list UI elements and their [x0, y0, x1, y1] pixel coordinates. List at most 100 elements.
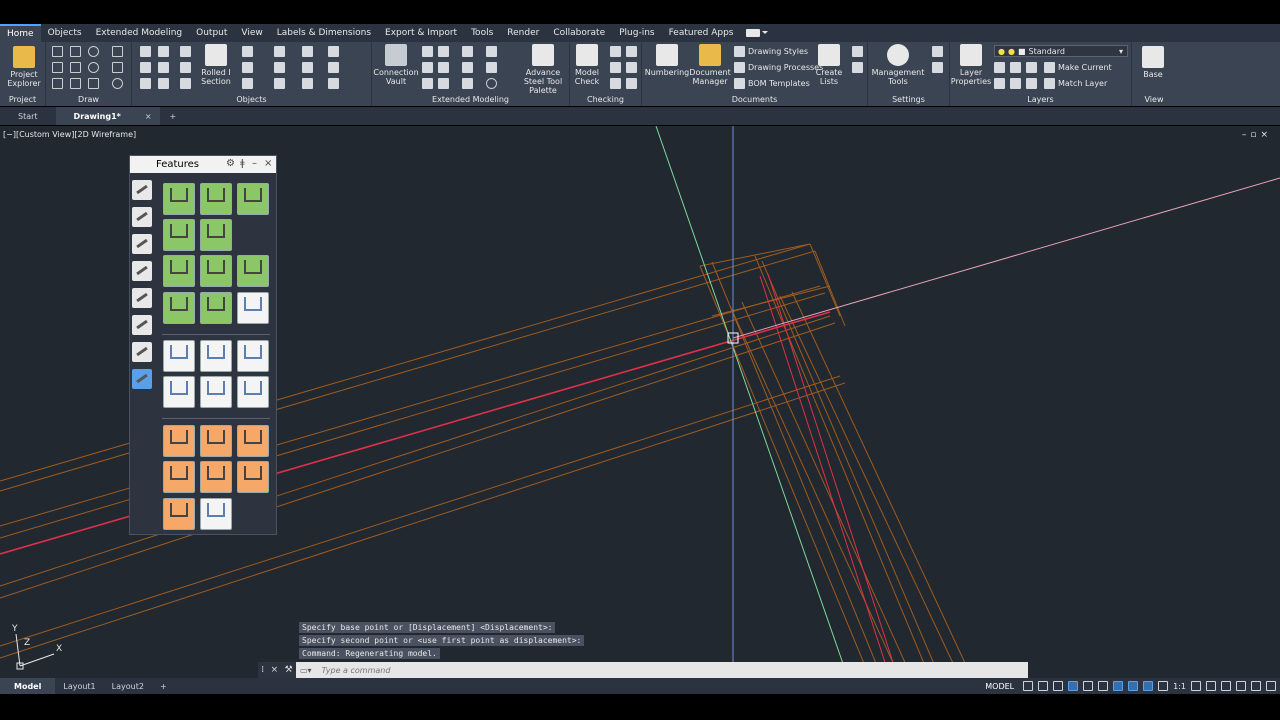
feature-contour-rect-button[interactable] [163, 255, 195, 287]
tab-labels-dimensions[interactable]: Labels & Dimensions [270, 24, 378, 42]
gear-icon[interactable]: ⚙ [226, 158, 235, 169]
feature-plate-weld-prep-button[interactable] [237, 376, 269, 408]
stair-icon[interactable] [422, 46, 433, 57]
ortho-icon[interactable] [1068, 681, 1079, 691]
isodraft-icon[interactable] [1098, 681, 1109, 691]
category-tools-icon[interactable] [132, 207, 152, 227]
feature-contour-arc-button[interactable] [163, 292, 195, 324]
special-part-icon[interactable] [274, 62, 285, 73]
truss-icon[interactable] [438, 46, 449, 57]
feature-hole-square-button[interactable] [200, 425, 232, 457]
purlin-icon[interactable] [180, 78, 191, 89]
clean-screen-icon[interactable] [1251, 681, 1261, 691]
wrench-icon[interactable]: ⚒ [285, 665, 293, 675]
category-stamp-icon[interactable] [132, 234, 152, 254]
category-plate-icon[interactable] [132, 288, 152, 308]
connection-vault-button[interactable]: Connection Vault [373, 44, 419, 86]
feature-roof-outline-button[interactable] [200, 498, 232, 530]
command-history-icon[interactable]: ▭▾ [300, 666, 312, 675]
model-space-button[interactable]: MODEL [985, 682, 1014, 691]
defaults-icon[interactable] [932, 62, 943, 73]
drawing-processes-button[interactable]: Drawing Processes [734, 62, 823, 73]
gear-icon[interactable] [1191, 681, 1201, 691]
feature-hole-arc-button[interactable] [163, 461, 195, 493]
isolate-objects-icon[interactable] [1221, 681, 1231, 691]
match-layer-button[interactable]: Match Layer [1044, 78, 1107, 89]
column-icon[interactable] [158, 46, 169, 57]
feature-contour-notch-button[interactable] [200, 292, 232, 324]
check-clash-icon[interactable] [610, 46, 621, 57]
line-icon[interactable] [52, 46, 63, 57]
polyline-icon[interactable] [70, 46, 81, 57]
annotation-visibility-icon[interactable] [1143, 681, 1154, 691]
plus-icon[interactable] [1206, 681, 1216, 691]
new-tab-button[interactable]: + [160, 107, 187, 125]
management-tools-button[interactable]: Management Tools [870, 44, 926, 86]
hardware-acceleration-icon[interactable] [1236, 681, 1246, 691]
boundary-icon[interactable] [88, 78, 99, 89]
roof-icon[interactable] [462, 46, 473, 57]
layer-walk-icon[interactable] [1026, 78, 1037, 89]
annotation-scale[interactable]: 1:1 [1173, 682, 1186, 691]
plate-icon[interactable] [140, 62, 151, 73]
tab-model[interactable]: Model [0, 678, 56, 694]
tab-plug-ins[interactable]: Plug-ins [612, 24, 662, 42]
curve-icon[interactable] [486, 62, 497, 73]
category-grating-icon[interactable] [132, 315, 152, 335]
grid-icon[interactable] [1023, 681, 1034, 691]
layer-properties-button[interactable]: Layer Properties [951, 44, 991, 86]
beam-icon[interactable] [140, 46, 151, 57]
viewport-controls-label[interactable]: [−][Custom View][2D Wireframe] [3, 130, 136, 139]
tab-home[interactable]: Home [0, 24, 41, 42]
bend-icon[interactable] [486, 46, 497, 57]
check-collision-icon[interactable] [610, 62, 621, 73]
bracing-icon[interactable] [180, 62, 191, 73]
model-check-button[interactable]: Model Check [572, 44, 602, 86]
tab-start[interactable]: Start [0, 107, 56, 125]
layer-isolate-icon[interactable] [994, 78, 1005, 89]
settings-icon[interactable] [932, 46, 943, 57]
feature-cope-corner-button[interactable] [163, 219, 195, 251]
cut-icon[interactable] [302, 62, 313, 73]
feature-miter-button[interactable] [200, 219, 232, 251]
tab-view[interactable]: View [234, 24, 269, 42]
bom-templates-button[interactable]: BOM Templates [734, 78, 810, 89]
feature-contour-round-button[interactable] [237, 255, 269, 287]
check-audit-icon[interactable] [610, 78, 621, 89]
frame-icon[interactable] [180, 46, 191, 57]
snap-icon[interactable] [1038, 681, 1049, 691]
tab-render[interactable]: Render [500, 24, 546, 42]
tab-extended-modeling[interactable]: Extended Modeling [89, 24, 190, 42]
close-icon[interactable]: × [271, 665, 279, 675]
donut-icon[interactable] [112, 78, 123, 89]
gable-icon[interactable] [462, 62, 473, 73]
check-search-icon[interactable] [626, 62, 637, 73]
spiral-stair-icon[interactable] [438, 78, 449, 89]
portal-icon[interactable] [438, 62, 449, 73]
panel-label-objects[interactable]: Objects [132, 95, 371, 104]
category-bend-icon[interactable] [132, 342, 152, 362]
close-icon[interactable]: × [264, 158, 272, 169]
customization-icon[interactable] [1266, 681, 1276, 691]
feature-contour-square-button[interactable] [200, 255, 232, 287]
close-icon[interactable]: × [145, 112, 152, 121]
autoscale-icon[interactable] [1158, 681, 1169, 691]
dstv-icon[interactable] [852, 62, 863, 73]
cage-ladder-icon[interactable] [422, 78, 433, 89]
numbering-button[interactable]: Numbering [644, 44, 690, 77]
feature-cut-at-object-button[interactable] [237, 183, 269, 215]
ellipse-icon[interactable] [70, 62, 81, 73]
features-palette-header[interactable]: Features ⚙ ǂ – × [130, 156, 276, 173]
tab-featured-apps[interactable]: Featured Apps [662, 24, 741, 42]
rolled-section-button[interactable]: Rolled I Section [200, 44, 232, 86]
tab-output[interactable]: Output [189, 24, 234, 42]
bolt-icon[interactable] [140, 78, 151, 89]
arc-icon[interactable] [88, 46, 99, 57]
joint-icon[interactable] [302, 46, 313, 57]
tab-layout1[interactable]: Layout1 [55, 682, 103, 691]
hatch-icon[interactable] [112, 62, 123, 73]
document-manager-button[interactable]: Document Manager [689, 44, 731, 86]
feature-plate-notch-button[interactable] [237, 340, 269, 372]
pin-icon[interactable]: ǂ [240, 158, 245, 169]
minimize-icon[interactable]: – [252, 158, 257, 169]
